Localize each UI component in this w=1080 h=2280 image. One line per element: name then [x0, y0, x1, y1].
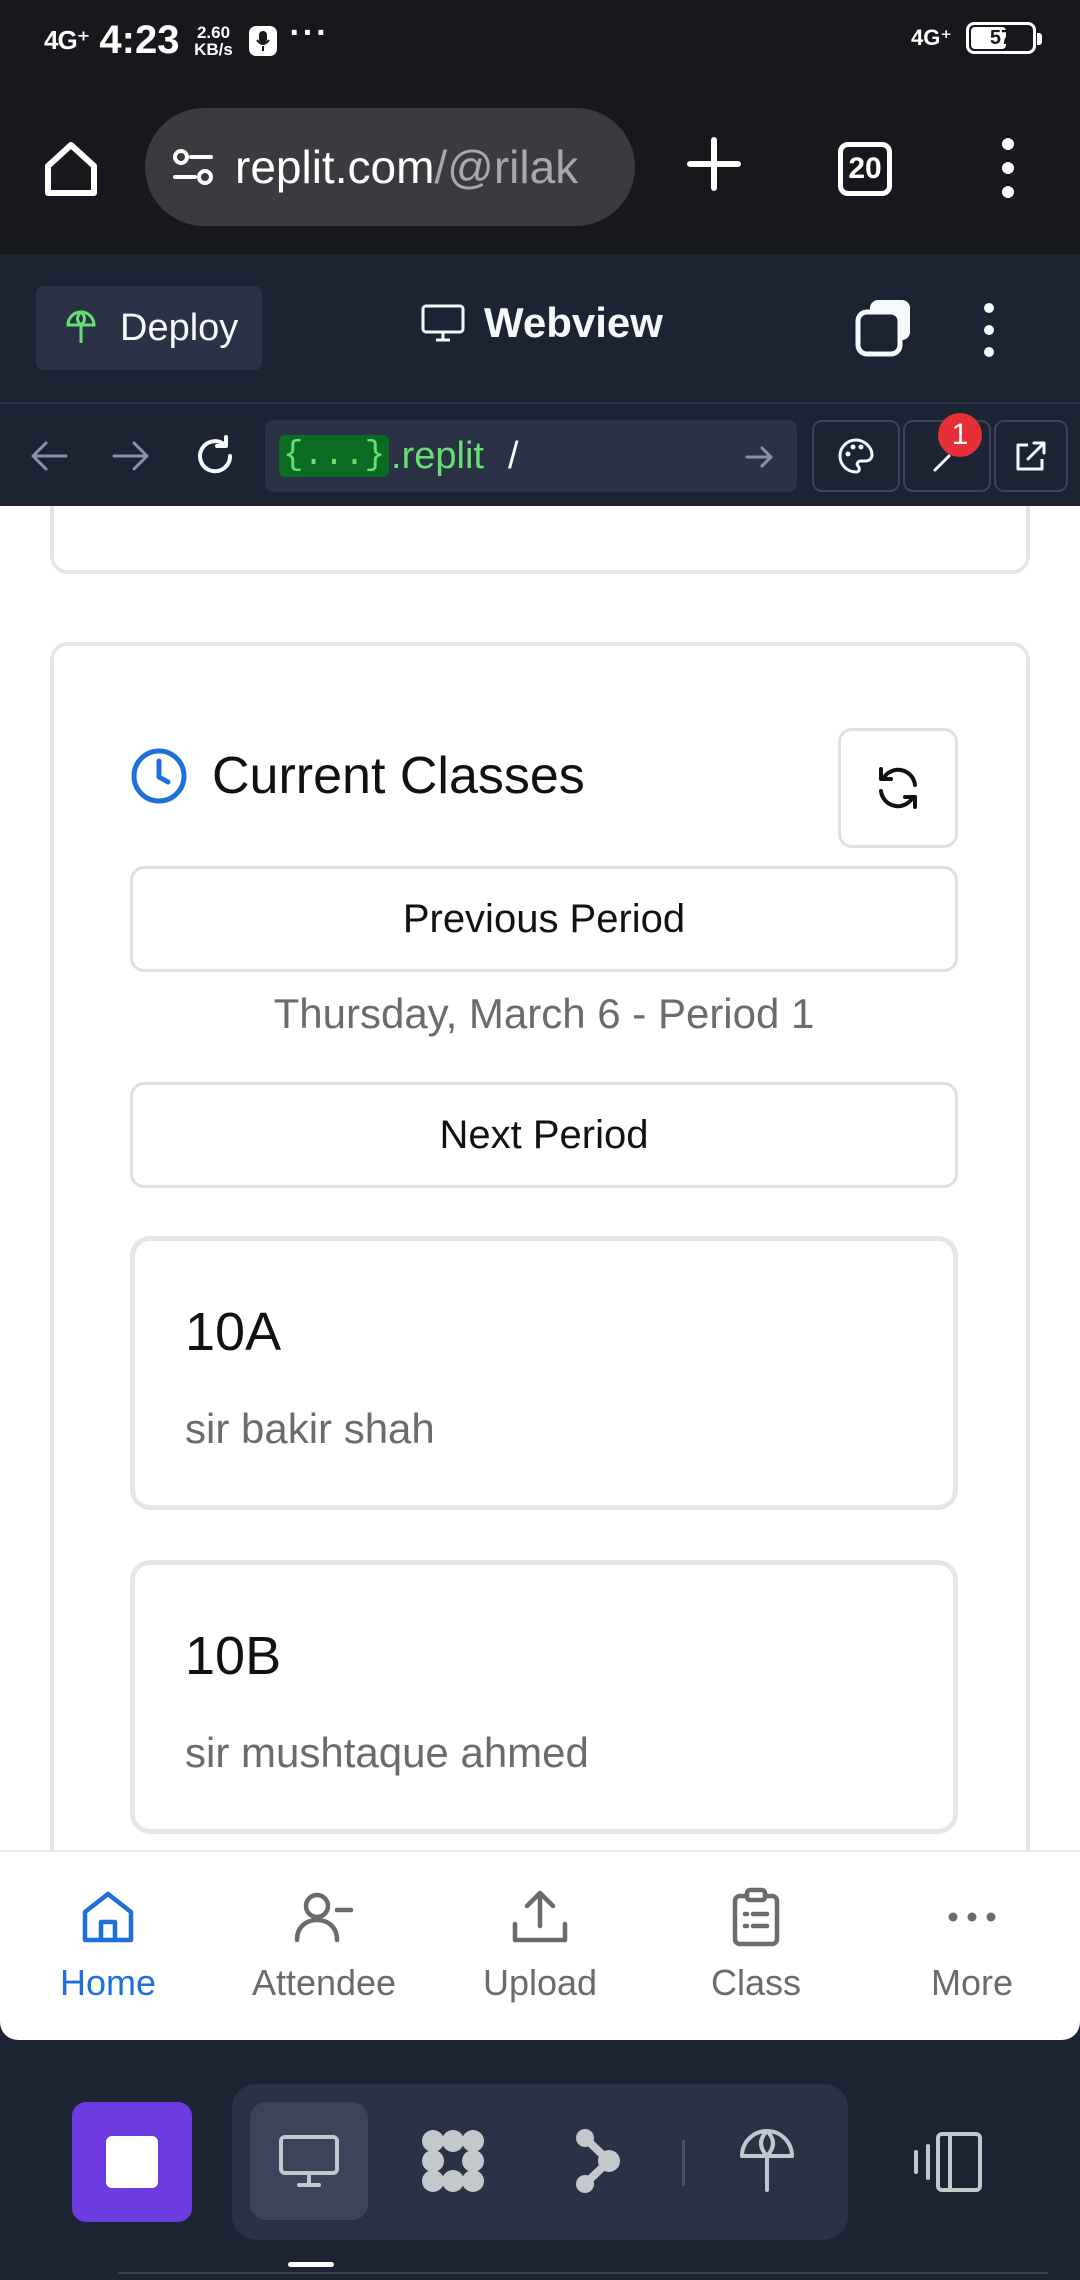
git-panel-button[interactable] [538, 2102, 656, 2220]
nav-attendee[interactable]: Attendee [216, 1852, 432, 2040]
current-period-label: Thursday, March 6 - Period 1 [273, 990, 815, 1037]
url-domain: .replit [391, 434, 484, 477]
more-horizontal-icon [948, 1912, 996, 1922]
deploy-label: Deploy [120, 306, 239, 349]
network-indicator: 4G⁺ [44, 25, 90, 55]
current-classes-card: Current Classes Previous Period Thursday… [50, 642, 1030, 1850]
deploy-icon [740, 2129, 794, 2192]
clock-icon [131, 748, 187, 804]
nav-more-label: More [930, 1962, 1014, 2003]
webview-panel-button[interactable] [250, 2102, 368, 2220]
tab-switcher-button[interactable]: 20 [838, 142, 892, 196]
new-tab-icon[interactable] [686, 136, 742, 192]
class-teacher: sir bakir shah [185, 1405, 435, 1452]
back-icon[interactable] [26, 433, 72, 479]
speed-unit: KB/s [194, 39, 233, 59]
speed-value: 2.60 [196, 22, 231, 42]
site-settings-icon[interactable] [169, 143, 217, 191]
more-notifications-icon: ··· [289, 14, 330, 52]
home-icon[interactable] [40, 138, 102, 200]
url-path-text: / [507, 434, 519, 477]
palette-icon [838, 438, 874, 474]
class-teacher: sir mushtaque ahmed [185, 1729, 589, 1776]
refresh-button[interactable] [838, 728, 958, 848]
home-icon [82, 1891, 134, 1943]
url-text[interactable]: replit.com/@rilak [235, 140, 578, 194]
class-name: 10A [185, 1302, 282, 1362]
replit-header: Deploy Webview [0, 254, 1080, 404]
notification-badge: 1 [938, 413, 982, 457]
forward-icon[interactable] [108, 433, 154, 479]
upload-icon [512, 1890, 568, 1943]
webview-title: Webview [420, 299, 663, 347]
current-classes-title: Current Classes [212, 747, 585, 805]
deploy-icon [66, 310, 96, 343]
nav-home[interactable]: Home [0, 1852, 216, 2040]
status-bar: 4G⁺ 4:23 2.60 KB/s ··· 4G⁺ 57 [0, 0, 1080, 82]
network-speed: 2.60 KB/s [189, 24, 237, 58]
class-card[interactable]: 10A sir bakir shah [130, 1236, 958, 1510]
nav-upload-label: Upload [482, 1962, 598, 2003]
deployments-panel-button[interactable] [708, 2102, 826, 2220]
go-arrow-icon[interactable] [743, 440, 777, 474]
panel-divider [682, 2140, 685, 2186]
current-classes-heading: Current Classes [130, 746, 585, 806]
previous-period-button[interactable]: Previous Period [130, 866, 958, 972]
url-chip: {...} [279, 435, 390, 477]
stop-button[interactable] [72, 2102, 192, 2222]
stop-icon [106, 2136, 158, 2188]
theme-button[interactable] [812, 420, 900, 492]
webview-url-field[interactable]: {...} .replit / [265, 420, 797, 492]
url-host: replit.com [235, 141, 435, 193]
panel-switcher [232, 2084, 848, 2240]
deploy-button[interactable]: Deploy [36, 286, 262, 370]
webview-toolbar: {...} .replit / [0, 406, 1080, 506]
replit-bottom-bar [0, 2040, 1080, 2280]
class-card[interactable]: 10B sir mushtaque ahmed [130, 1560, 958, 1834]
layout-toggle-icon[interactable] [912, 2130, 984, 2194]
url-path: /@rilak [434, 141, 579, 193]
reload-icon[interactable] [192, 433, 238, 479]
battery-icon: 57 [966, 22, 1042, 54]
home-indicator [288, 2262, 334, 2267]
clock: 4:23 [99, 18, 180, 62]
webview-page: Current Classes Previous Period Thursday… [0, 506, 1080, 1850]
replit-menu-icon[interactable] [974, 300, 1004, 360]
nav-attendee-label: Attendee [251, 1962, 397, 2003]
tab-strip-edge [118, 2272, 1048, 2280]
browser-menu-icon[interactable] [990, 136, 1026, 200]
branch-icon [576, 2129, 620, 2193]
address-bar[interactable]: replit.com/@rilak [145, 108, 635, 226]
external-link-icon [1016, 441, 1046, 471]
class-name: 10B [185, 1626, 282, 1686]
network-indicator-right: 4G⁺ [911, 25, 952, 50]
battery-level: 57 [989, 26, 1013, 49]
files-panel-button[interactable] [394, 2102, 512, 2220]
nav-more[interactable]: More [864, 1852, 1080, 2040]
previous-section-card [50, 506, 1030, 574]
next-period-button[interactable]: Next Period [130, 1082, 958, 1188]
browser-toolbar: replit.com/@rilak 20 [0, 82, 1080, 254]
nav-upload[interactable]: Upload [432, 1852, 648, 2040]
grid-blobs-icon [422, 2130, 484, 2192]
monitor-icon [279, 2135, 339, 2187]
duplicate-tab-icon[interactable] [852, 296, 916, 360]
refresh-icon [879, 767, 917, 809]
webview-label: Webview [484, 299, 663, 346]
nav-class-label: Class [710, 1962, 802, 2003]
open-new-tab-button[interactable] [994, 420, 1068, 492]
user-minus-icon [294, 1892, 354, 1943]
bottom-navigation: Home Attendee Upload Class More [0, 1850, 1080, 2040]
nav-class[interactable]: Class [648, 1852, 864, 2040]
clipboard-icon [732, 1887, 780, 1947]
mic-icon [249, 25, 278, 56]
monitor-icon [421, 304, 465, 342]
nav-home-label: Home [59, 1962, 157, 2003]
